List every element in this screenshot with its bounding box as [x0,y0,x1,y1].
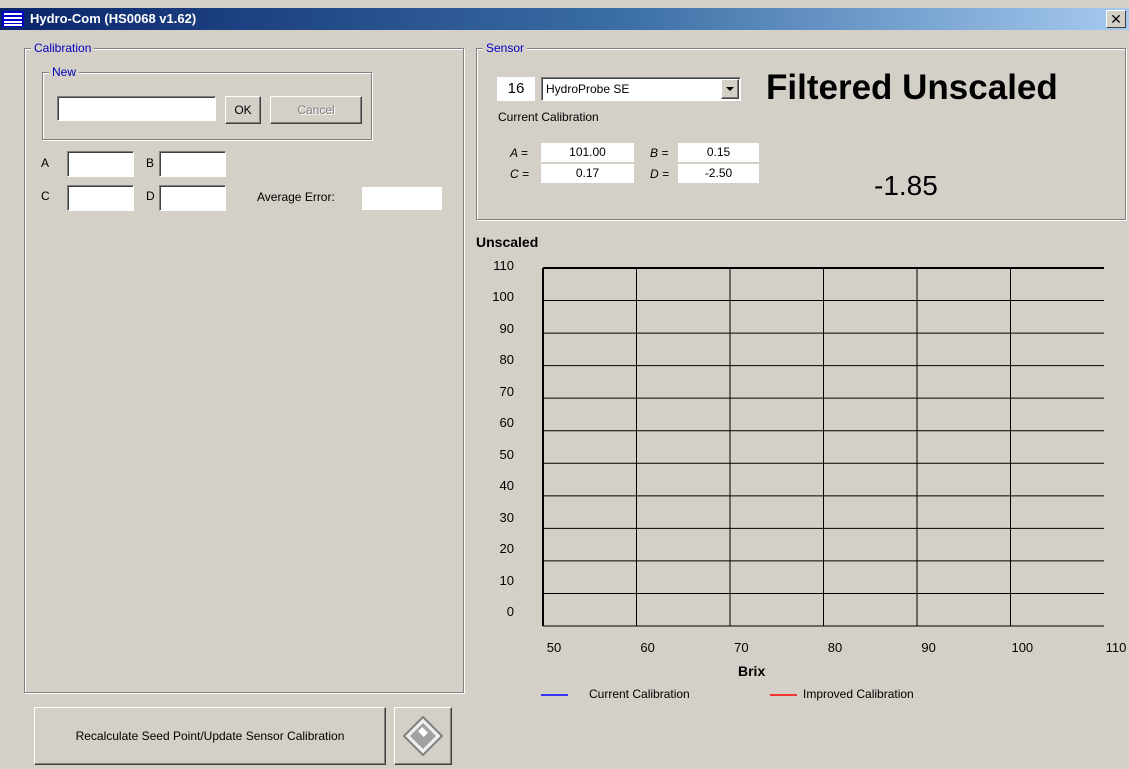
current-calibration-label: Current Calibration [498,110,599,124]
title-bar: Hydro-Com (HS0068 v1.62) ✕ [0,8,1129,30]
sensor-mode-title: Filtered Unscaled [766,68,1058,107]
coef-b-label: B [146,156,155,170]
x-tick-label: 50 [546,640,562,655]
sensor-d-label: D = [650,167,670,181]
y-tick-label: 110 [493,258,514,273]
sensor-address[interactable]: 16 [497,77,535,101]
coef-c-input[interactable] [67,185,134,211]
calibration-group-label: Calibration [31,41,95,55]
y-tick-label: 70 [499,383,514,399]
floppy-disk-icon [402,715,444,757]
coef-d-input[interactable] [159,185,226,211]
y-tick-label: 0 [506,604,514,619]
average-error-value [362,187,442,210]
y-tick-label: 30 [499,509,514,525]
cancel-button[interactable]: Cancel [270,96,362,124]
sensor-a-label: A = [510,146,528,160]
x-tick-label: 110 [1105,640,1127,655]
sensor-group-label: Sensor [483,41,528,55]
y-tick-label: 20 [499,541,514,557]
legend-current-label: Current Calibration [589,687,690,701]
sensor-c-label: C = [510,167,530,181]
legend-improved-label: Improved Calibration [803,687,914,701]
chevron-down-icon [726,87,734,91]
coef-b-input[interactable] [159,151,226,177]
coef-c-label: C [41,189,50,203]
window-title: Hydro-Com (HS0068 v1.62) [30,11,197,26]
sensor-c-value: 0.17 [541,164,634,183]
x-tick-label: 90 [921,640,936,655]
ok-button[interactable]: OK [225,96,261,124]
y-tick-label: 50 [499,446,514,462]
coef-d-label: D [146,189,155,203]
chart-plot-area [542,267,1106,627]
sensor-b-value: 0.15 [678,143,759,162]
y-tick-label: 80 [499,352,514,368]
calibration-group: Calibration [24,41,464,693]
legend-current-swatch [541,694,568,696]
coef-a-label: A [41,156,50,170]
dropdown-button[interactable] [721,79,739,99]
sensor-d-value: -2.50 [678,164,759,183]
y-tick-label: 90 [499,320,514,336]
sensor-reading: -1.85 [874,170,938,201]
x-tick-label: 60 [640,640,655,655]
close-icon: ✕ [1110,11,1122,27]
new-group-label: New [49,65,80,79]
x-tick-label: 80 [827,640,843,655]
new-calibration-input[interactable] [57,96,216,121]
sensor-a-value: 101.00 [541,143,634,162]
chart-legend: Current Calibration Improved Calibration [541,687,961,703]
average-error-label: Average Error: [257,190,335,204]
app-menu-icon[interactable] [2,11,24,27]
y-tick-label: 60 [499,415,514,431]
y-tick-label: 100 [492,289,514,305]
legend-improved-swatch [770,694,797,696]
sensor-type-value: HydroProbe SE [546,82,630,96]
coef-a-input[interactable] [67,151,134,177]
recalculate-update-button[interactable]: Recalculate Seed Point/Update Sensor Cal… [34,707,386,765]
y-tick-label: 10 [499,572,514,588]
y-tick-label: 40 [499,478,514,494]
x-tick-label: 100 [1011,640,1034,655]
sensor-type-select[interactable]: HydroProbe SE [541,77,741,101]
x-tick-label: 70 [734,640,749,655]
save-button[interactable] [394,707,452,765]
chart-y-axis-title: Unscaled [476,234,539,250]
close-button[interactable]: ✕ [1106,10,1126,28]
sensor-b-label: B = [650,146,669,160]
chart-x-axis-title: Brix [738,663,766,679]
